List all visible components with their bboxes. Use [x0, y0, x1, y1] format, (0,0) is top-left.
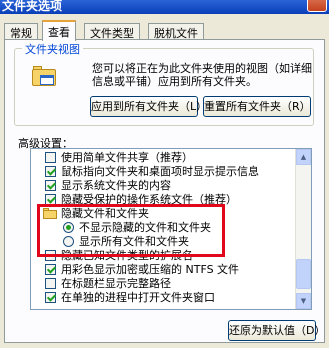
checkbox[interactable] — [45, 180, 56, 191]
restore-defaults-button[interactable]: 还原为默认值（D） — [228, 320, 325, 341]
checkbox[interactable] — [45, 264, 56, 275]
window-title: 文件夹选项 — [2, 0, 63, 13]
tab-file-types[interactable]: 文件类型 — [84, 23, 140, 40]
red-annotation-box — [37, 204, 225, 257]
folder-views-description: 您可以将正在为此文件夹使用的视图（如详细 信息或平铺）应用到所有文件夹。 — [92, 62, 312, 88]
tab-general[interactable]: 常规 — [4, 23, 38, 40]
tab-view[interactable]: 查看 — [42, 20, 76, 41]
checkbox[interactable] — [45, 152, 56, 163]
tab-offline-files[interactable]: 脱机文件 — [148, 23, 204, 40]
vertical-scrollbar[interactable]: ▲ ▼ — [295, 149, 311, 309]
folder-view-icon — [32, 66, 56, 88]
reset-all-folders-button[interactable]: 重置所有文件夹（R） — [203, 96, 311, 117]
setting-simple-sharing[interactable]: 使用简单文件共享（推荐） — [31, 151, 296, 164]
title-bar: 文件夹选项 — [0, 0, 329, 14]
checkbox[interactable] — [45, 292, 56, 303]
folder-views-legend: 文件夹视图 — [22, 41, 83, 57]
setting-separate-process[interactable]: 在单独的进程中打开文件夹窗口 — [31, 291, 296, 304]
scroll-up-arrow-icon[interactable]: ▲ — [296, 149, 311, 165]
description-line-1: 您可以将正在为此文件夹使用的视图（如详细 — [92, 62, 312, 75]
description-line-2: 信息或平铺）应用到所有文件夹。 — [92, 75, 257, 88]
setting-show-tooltips[interactable]: 鼠标指向文件夹和桌面项时显示提示信息 — [31, 165, 296, 178]
setting-color-ntfs-files[interactable]: 用彩色显示加密或压缩的 NTFS 文件 — [31, 263, 296, 276]
apply-to-all-folders-button[interactable]: 应用到所有文件夹（L） — [90, 96, 207, 117]
setting-full-path-in-title[interactable]: 在标题栏显示完整路径 — [31, 277, 296, 290]
setting-show-system-folder-contents[interactable]: 显示系统文件夹的内容 — [31, 179, 296, 192]
scroll-down-arrow-icon[interactable]: ▼ — [296, 293, 311, 309]
checkbox[interactable] — [45, 166, 56, 177]
scroll-thumb[interactable] — [296, 259, 311, 289]
close-button[interactable] — [307, 0, 327, 12]
checkbox[interactable] — [45, 278, 56, 289]
